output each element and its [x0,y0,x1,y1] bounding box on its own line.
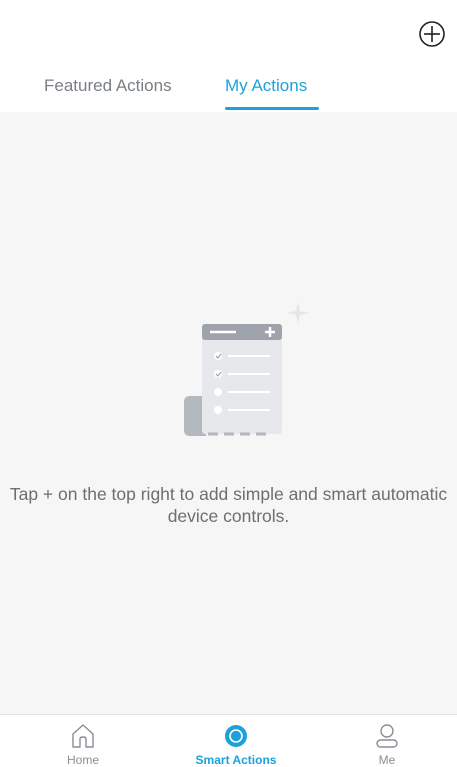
home-icon [72,724,94,748]
nav-smart-actions[interactable]: Smart Actions [181,715,291,767]
nav-me[interactable]: Me [332,715,442,767]
action-tabs: Featured Actions My Actions [0,74,457,112]
header: Featured Actions My Actions [0,0,457,112]
my-actions-empty-state: Tap + on the top right to add simple and… [0,112,457,714]
add-action-button[interactable] [418,20,446,48]
tab-featured-actions[interactable]: Featured Actions [44,74,172,98]
tab-my-actions[interactable]: My Actions [225,74,307,98]
action-list-document-icon [184,302,309,436]
active-tab-indicator [225,107,319,110]
nav-me-label: Me [378,753,396,767]
smart-actions-icon [225,725,247,747]
nav-home[interactable]: Home [28,715,138,767]
person-icon [376,724,398,748]
empty-state-message: Tap + on the top right to add simple and… [9,484,448,526]
nav-home-label: Home [66,753,99,767]
bottom-navigation: Home Smart Actions Me [0,714,457,767]
nav-smart-actions-label: Smart Actions [195,753,277,767]
plus-circle-icon [419,21,445,47]
